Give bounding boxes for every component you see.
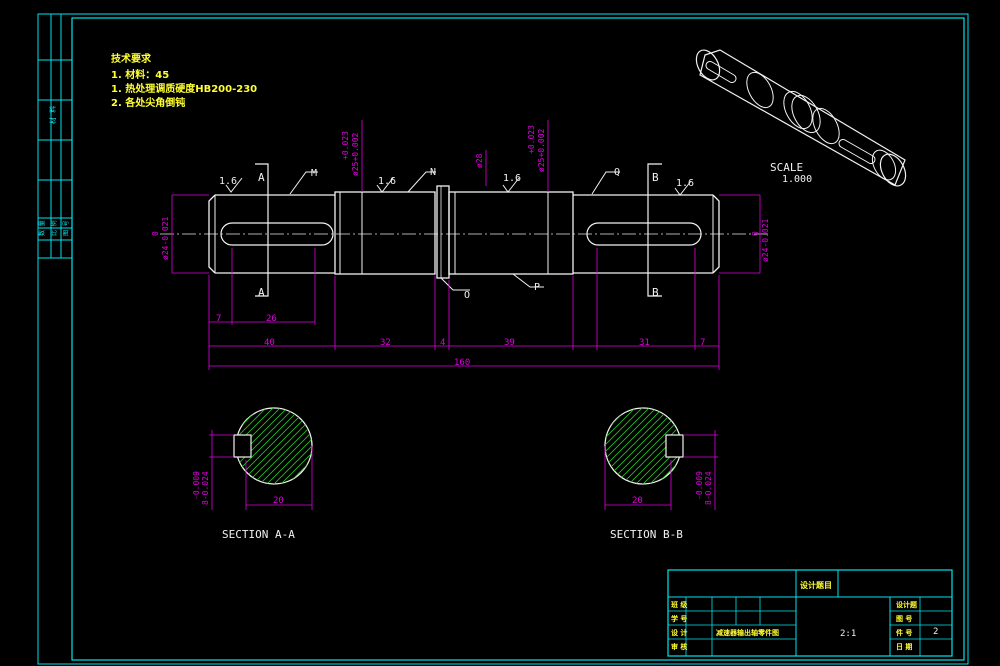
sec-b-key-width: 8-0.024 bbox=[704, 471, 713, 505]
sec-b-key-width-upper: -0.009 bbox=[695, 471, 704, 500]
shaft-main-view bbox=[160, 185, 770, 279]
section-a-top-label: A bbox=[258, 171, 265, 184]
dim-dia24-left-upper: 0 bbox=[151, 231, 160, 236]
label-M: M bbox=[311, 168, 317, 179]
notes-line-2: 1. 热处理调质硬度HB200-230 bbox=[111, 82, 257, 95]
tb-left-row-1: 班 级 bbox=[671, 600, 688, 609]
dim-dia24-right-upper: 0 bbox=[751, 231, 760, 236]
sec-b-width: 20 bbox=[632, 496, 643, 506]
tb-right-row-2: 图 号 bbox=[896, 614, 912, 623]
dim-dia25-a-upper: +0.023 bbox=[341, 131, 350, 160]
dim-dia24-left: ø24-0.021 bbox=[161, 216, 170, 260]
section-b-title: SECTION B-B bbox=[610, 528, 683, 541]
margin-label-2: 比 例 bbox=[50, 220, 58, 236]
tb-scale-value: 2:1 bbox=[840, 629, 856, 639]
margin-top-label: 材 料 bbox=[48, 106, 57, 124]
label-O: O bbox=[464, 290, 470, 301]
dim-7-right: 7 bbox=[700, 338, 705, 348]
sec-a-key-width-upper: -0.009 bbox=[192, 471, 201, 500]
section-a-title: SECTION A-A bbox=[222, 528, 295, 541]
inner-frame bbox=[71, 17, 965, 661]
scale-label: SCALE bbox=[770, 161, 803, 174]
title-block-heading: 设计题目 bbox=[800, 580, 832, 590]
drawing-canvas: 材 料 数 量 比 例 图 号 技术要求 1. 材料：45 1. 热处理调质硬度… bbox=[0, 0, 1000, 666]
scale-value: 1.000 bbox=[782, 174, 812, 185]
label-N: N bbox=[430, 167, 436, 178]
margin-label-1: 数 量 bbox=[38, 220, 46, 236]
dim-dia25-b-upper: +0.023 bbox=[527, 125, 536, 154]
dim-160: 160 bbox=[454, 358, 470, 368]
label-Q: Q bbox=[614, 167, 620, 178]
dim-dia25-a: ø25+0.002 bbox=[351, 132, 360, 176]
tb-left-row-3: 设 计 bbox=[671, 628, 687, 637]
dim-4: 4 bbox=[440, 338, 445, 348]
notes-line-3: 2. 各处尖角倒钝 bbox=[111, 96, 185, 109]
roughness-1: 1.6 bbox=[219, 176, 237, 187]
margin-label-3: 图 号 bbox=[63, 220, 70, 236]
dim-26: 26 bbox=[266, 314, 277, 324]
cad-drawing: 材 料 数 量 比 例 图 号 技术要求 1. 材料：45 1. 热处理调质硬度… bbox=[37, 13, 969, 665]
dim-32: 32 bbox=[380, 338, 391, 348]
tb-right-row-1: 设计题 bbox=[896, 600, 918, 609]
dim-dia25-b: ø25+0.002 bbox=[537, 128, 546, 172]
dim-dia24-right: ø24-0.021 bbox=[761, 218, 770, 262]
dim-dia28: ø28 bbox=[475, 153, 484, 168]
dim-39: 39 bbox=[504, 338, 515, 348]
section-b-bottom-label: B bbox=[652, 286, 659, 299]
sec-a-key-width: 8-0.024 bbox=[201, 471, 210, 505]
tb-drawing-name: 减速器输出轴零件图 bbox=[716, 628, 779, 637]
dim-40: 40 bbox=[264, 338, 275, 348]
sec-a-width: 20 bbox=[273, 496, 284, 506]
dim-7-left: 7 bbox=[216, 314, 221, 324]
notes-line-1: 1. 材料：45 bbox=[111, 68, 169, 81]
tb-part-number: 2 bbox=[933, 627, 938, 637]
roughness-4: 1.6 bbox=[676, 178, 694, 189]
hatch-line bbox=[287, 408, 312, 484]
label-P: P bbox=[534, 282, 540, 293]
section-a-bottom-label: A bbox=[258, 286, 265, 299]
notes-title: 技术要求 bbox=[111, 52, 152, 65]
tb-left-row-2: 学 号 bbox=[671, 614, 687, 623]
roughness-3: 1.6 bbox=[503, 173, 521, 184]
section-b-top-label: B bbox=[652, 171, 659, 184]
roughness-2: 1.6 bbox=[378, 176, 396, 187]
hatch-line bbox=[605, 408, 629, 484]
section-b-view bbox=[604, 407, 718, 510]
tb-right-row-3: 件 号 bbox=[896, 628, 912, 637]
dim-31: 31 bbox=[639, 338, 650, 348]
tb-left-row-4: 审 核 bbox=[671, 642, 687, 651]
tb-right-row-4: 日 期 bbox=[896, 642, 912, 651]
